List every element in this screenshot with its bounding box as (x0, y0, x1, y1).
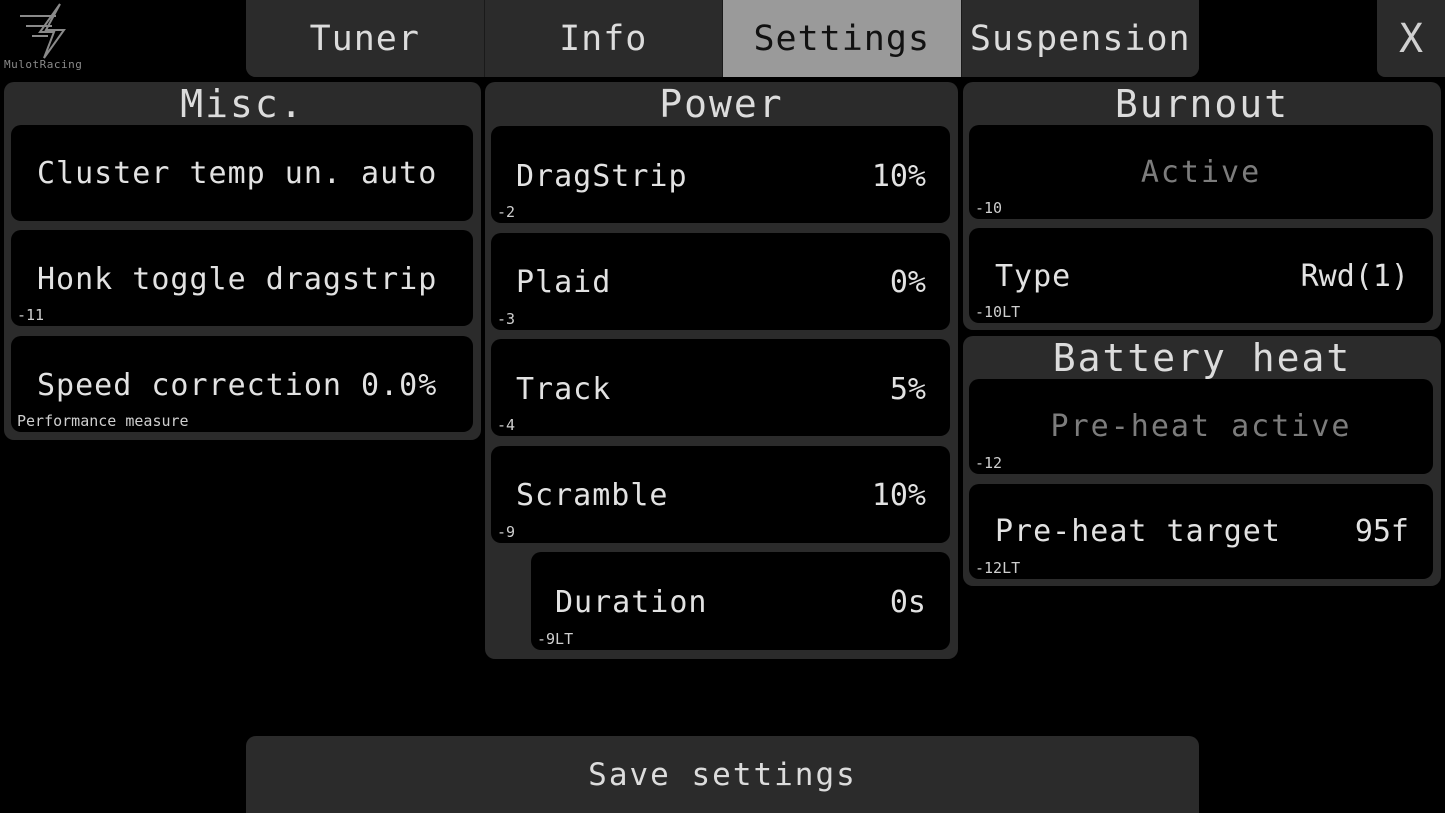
preheat-active-sub: -12 (975, 454, 1003, 472)
track-value: 5% (889, 372, 926, 407)
tab-tuner[interactable]: Tuner (246, 0, 485, 77)
burnout-type-value: Rwd(1) (1300, 259, 1409, 294)
plaid-label: Plaid (516, 265, 612, 300)
dragstrip-value: 10% (871, 159, 926, 194)
burnout-active-label: Active (1140, 155, 1262, 190)
power-dragstrip[interactable]: DragStrip 10% -2 (491, 126, 950, 223)
track-label: Track (516, 372, 612, 407)
cluster-temp-toggle[interactable]: Cluster temp un. auto (11, 125, 473, 221)
burnout-active-toggle[interactable]: Active -10 (969, 125, 1433, 219)
plaid-sub: -3 (497, 310, 516, 328)
power-duration[interactable]: Duration 0s -9LT (531, 552, 950, 650)
burnout-title: Burnout (1114, 82, 1290, 126)
tab-bar: Tuner Info Settings Suspension (246, 0, 1199, 77)
brand-name: MulotRacing (4, 58, 83, 71)
preheat-target-selector[interactable]: Pre-heat target 95f -12LT (969, 484, 1433, 579)
duration-label: Duration (555, 585, 708, 620)
duration-sub: -9LT (537, 630, 574, 648)
preheat-active-label: Pre-heat active (1050, 409, 1352, 444)
burnout-type-selector[interactable]: Type Rwd(1) -10LT (969, 228, 1433, 323)
preheat-target-label: Pre-heat target (995, 514, 1281, 549)
preheat-active-toggle[interactable]: Pre-heat active -12 (969, 379, 1433, 474)
burnout-type-sub: -10LT (975, 303, 1021, 321)
scramble-sub: -9 (497, 523, 516, 541)
misc-title: Misc. (180, 82, 305, 126)
cluster-temp-label: Cluster temp un. auto (37, 156, 438, 191)
power-panel: Power DragStrip 10% -2 Plaid 0% -3 Track… (485, 82, 958, 659)
preheat-target-sub: -12LT (975, 559, 1021, 577)
tab-settings[interactable]: Settings (723, 0, 962, 77)
speed-correction-button[interactable]: Speed correction 0.0% Performance measur… (11, 336, 473, 432)
track-sub: -4 (497, 416, 516, 434)
burnout-type-label: Type (995, 259, 1072, 294)
brand-logo: MulotRacing (2, 0, 98, 74)
tab-suspension[interactable]: Suspension (961, 0, 1199, 77)
scramble-value: 10% (871, 478, 926, 513)
burnout-panel: Burnout Active -10 Type Rwd(1) -10LT (963, 82, 1441, 330)
battery-heat-title: Battery heat (1052, 336, 1352, 380)
battery-heat-panel: Battery heat Pre-heat active -12 Pre-hea… (963, 336, 1441, 586)
tab-info[interactable]: Info (484, 0, 723, 77)
burnout-active-sub: -10 (975, 199, 1003, 217)
honk-toggle[interactable]: Honk toggle dragstrip -11 (11, 230, 473, 326)
dragstrip-label: DragStrip (516, 159, 688, 194)
honk-toggle-sub: -11 (17, 306, 45, 324)
lightning-logo-icon (20, 3, 66, 59)
honk-toggle-label: Honk toggle dragstrip (37, 262, 438, 297)
scramble-label: Scramble (516, 478, 669, 513)
preheat-target-value: 95f (1354, 514, 1409, 549)
speed-correction-sub: Performance measure (17, 412, 189, 430)
duration-value: 0s (889, 585, 926, 620)
plaid-value: 0% (889, 265, 926, 300)
misc-panel: Misc. Cluster temp un. auto Honk toggle … (4, 82, 481, 440)
power-scramble[interactable]: Scramble 10% -9 (491, 446, 950, 543)
power-plaid[interactable]: Plaid 0% -3 (491, 233, 950, 330)
power-track[interactable]: Track 5% -4 (491, 339, 950, 436)
save-settings-button[interactable]: Save settings (246, 736, 1199, 813)
close-button[interactable]: X (1377, 0, 1445, 77)
power-title: Power (659, 82, 784, 126)
speed-correction-label: Speed correction 0.0% (37, 368, 438, 403)
dragstrip-sub: -2 (497, 203, 516, 221)
